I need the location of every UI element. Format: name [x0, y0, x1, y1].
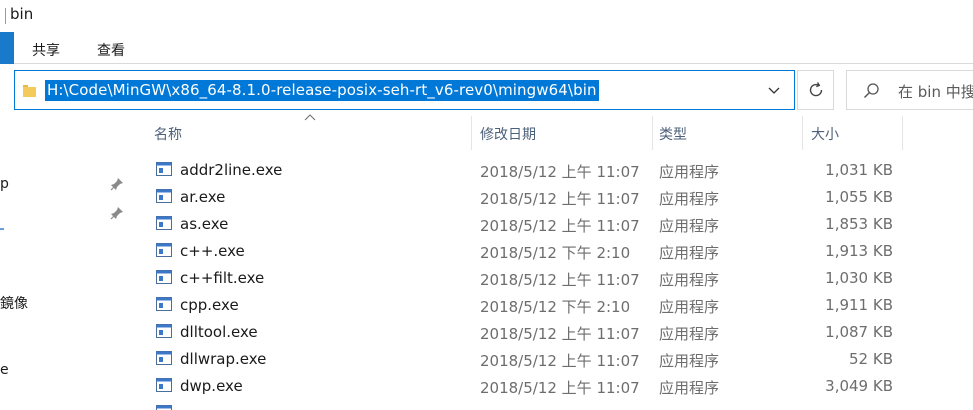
pin-icon[interactable]	[110, 177, 124, 191]
title-bar: bin	[0, 0, 973, 32]
executable-icon	[156, 162, 172, 176]
file-date: 2018/5/12 上午 11:07	[480, 379, 640, 397]
file-type: 应用程序	[659, 298, 720, 316]
file-row[interactable]: ar.exe 2018/5/12 上午 11:07 应用程序 1,055 KB	[132, 184, 973, 211]
column-header-row: 名称 修改日期 类型 大小	[132, 114, 973, 150]
address-path[interactable]: H:\Code\MinGW\x86_64-8.1.0-release-posix…	[45, 80, 599, 101]
file-size: 1,913 KB	[825, 242, 893, 260]
search-input[interactable]: 在 bin 中搜	[898, 81, 973, 102]
navigation-pane: p 鏡像 e	[0, 116, 132, 410]
file-type: 应用程序	[659, 217, 720, 235]
search-box[interactable]: 在 bin 中搜	[846, 70, 973, 110]
file-date: 2018/5/12 下午 2:10	[480, 298, 631, 316]
file-size: 52 KB	[849, 350, 893, 368]
file-row[interactable]: as.exe 2018/5/12 上午 11:07 应用程序 1,853 KB	[132, 211, 973, 238]
column-size[interactable]: 大小	[811, 116, 839, 150]
address-bar[interactable]: H:\Code\MinGW\x86_64-8.1.0-release-posix…	[14, 70, 795, 110]
file-type: 应用程序	[659, 325, 720, 343]
column-divider[interactable]	[802, 116, 803, 150]
nav-item-drive[interactable]: e	[0, 362, 9, 378]
file-name: ar.exe	[180, 188, 226, 206]
executable-icon	[156, 297, 172, 311]
nav-item-marker	[0, 228, 4, 230]
executable-icon	[156, 405, 172, 410]
file-size: 1,030 KB	[825, 269, 893, 287]
file-name: addr2line.exe	[180, 161, 283, 179]
file-size: 1,911 KB	[825, 296, 893, 314]
file-size: 3,049 KB	[825, 377, 893, 395]
file-row[interactable]: cpp.exe 2018/5/12 下午 2:10 应用程序 1,911 KB	[132, 292, 973, 319]
chevron-down-icon[interactable]	[766, 81, 782, 99]
file-type: 应用程序	[659, 271, 720, 289]
file-row[interactable]: dlltool.exe 2018/5/12 上午 11:07 应用程序 1,087 K…	[132, 319, 973, 346]
file-date: 2018/5/12 上午 11:07	[480, 352, 640, 370]
file-size: 1,031 KB	[825, 161, 893, 179]
file-name: dlltool.exe	[180, 323, 258, 341]
file-type: 应用程序	[659, 379, 720, 397]
file-name: dwp.exe	[180, 377, 243, 395]
column-divider[interactable]	[471, 116, 472, 150]
sort-ascending-icon	[304, 114, 316, 121]
ribbon: 共享 查看	[0, 32, 973, 64]
file-name: cpp.exe	[180, 296, 239, 314]
file-size: 1,087 KB	[825, 323, 893, 341]
window-icon	[0, 8, 6, 24]
nav-item-mirror[interactable]: 鏡像	[0, 293, 28, 313]
file-list: addr2line.exe 2018/5/12 上午 11:07 应用程序 1,031…	[132, 157, 973, 410]
refresh-icon	[809, 82, 823, 97]
file-size: 1,055 KB	[825, 188, 893, 206]
column-divider[interactable]	[652, 116, 653, 150]
file-date: 2018/5/12 上午 11:07	[480, 217, 640, 235]
file-row-partial[interactable]	[132, 400, 973, 410]
column-name[interactable]: 名称	[154, 116, 182, 150]
file-name: dllwrap.exe	[180, 350, 267, 368]
file-tab[interactable]	[0, 32, 14, 64]
executable-icon	[156, 351, 172, 365]
file-date: 2018/5/12 下午 2:10	[480, 244, 631, 262]
executable-icon	[156, 324, 172, 338]
file-size: 1,853 KB	[825, 215, 893, 233]
column-divider[interactable]	[902, 116, 903, 150]
file-date: 2018/5/12 上午 11:07	[480, 190, 640, 208]
file-row[interactable]: dwp.exe 2018/5/12 上午 11:07 应用程序 3,049 KB	[132, 373, 973, 400]
executable-icon	[156, 243, 172, 257]
file-type: 应用程序	[659, 244, 720, 262]
executable-icon	[156, 189, 172, 203]
pin-icon[interactable]	[110, 206, 124, 220]
tab-view[interactable]: 查看	[97, 40, 125, 60]
file-type: 应用程序	[659, 352, 720, 370]
executable-icon	[156, 378, 172, 392]
file-date: 2018/5/12 上午 11:07	[480, 325, 640, 343]
column-type[interactable]: 类型	[659, 116, 687, 150]
column-date[interactable]: 修改日期	[480, 116, 536, 150]
file-date: 2018/5/12 上午 11:07	[480, 271, 640, 289]
file-type: 应用程序	[659, 163, 720, 181]
file-row[interactable]: dllwrap.exe 2018/5/12 上午 11:07 应用程序 52 KB	[132, 346, 973, 373]
refresh-button[interactable]	[797, 70, 834, 110]
nav-item-quick-1[interactable]: p	[0, 176, 9, 192]
file-name: as.exe	[180, 215, 229, 233]
file-name: c++filt.exe	[180, 269, 265, 287]
file-name: c++.exe	[180, 242, 245, 260]
file-row[interactable]: addr2line.exe 2018/5/12 上午 11:07 应用程序 1,031…	[132, 157, 973, 184]
file-row[interactable]: c++.exe 2018/5/12 下午 2:10 应用程序 1,913 KB	[132, 238, 973, 265]
file-date: 2018/5/12 上午 11:07	[480, 163, 640, 181]
folder-icon	[23, 85, 36, 97]
executable-icon	[156, 270, 172, 284]
executable-icon	[156, 216, 172, 230]
search-icon	[863, 83, 879, 99]
file-row[interactable]: c++filt.exe 2018/5/12 上午 11:07 应用程序 1,030 K…	[132, 265, 973, 292]
window-title: bin	[10, 5, 34, 23]
tab-share[interactable]: 共享	[32, 40, 60, 60]
file-type: 应用程序	[659, 190, 720, 208]
